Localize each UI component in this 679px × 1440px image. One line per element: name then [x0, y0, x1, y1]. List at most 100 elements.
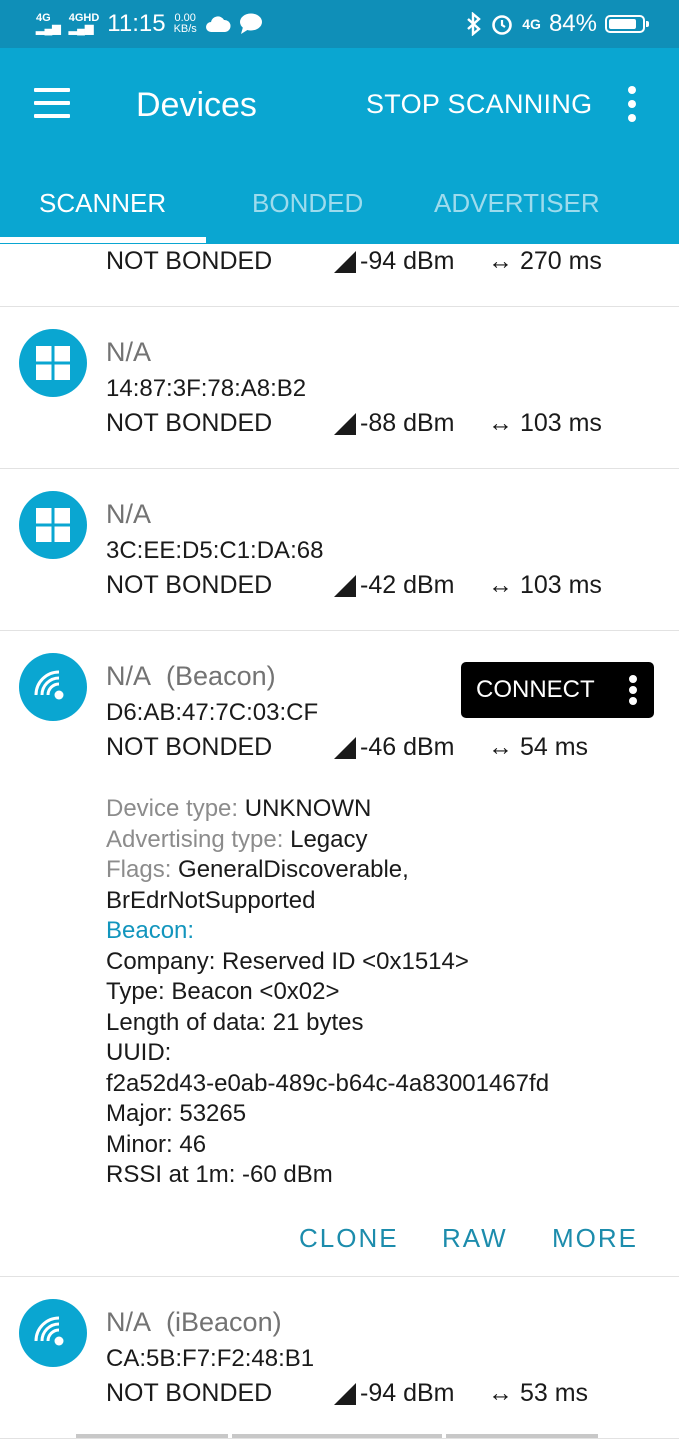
overflow-menu-icon[interactable] [624, 86, 640, 122]
battery-percent: 84% [548, 10, 597, 37]
flags-value-2: BrEdrNotSupported [106, 886, 316, 914]
signal-bars-icon: ▂▄▆ [68, 23, 94, 35]
device-item-expanded[interactable]: N/A (Beacon) D6:AB:47:7C:03:CF NOT BONDE… [0, 631, 679, 1277]
signal-strength-icon [334, 736, 356, 759]
device-address: 3C:EE:D5:C1:DA:68 [106, 537, 324, 564]
device-item[interactable]: N/A 3C:EE:D5:C1:DA:68 NOT BONDED -42 dBm… [0, 469, 679, 631]
device-type-row: Device type: UNKNOWN [106, 794, 549, 825]
tab-bonded[interactable]: BONDED [252, 188, 363, 219]
uuid-value: f2a52d43-e0ab-489c-b64c-4a83001467fd [106, 1069, 550, 1097]
device-item[interactable]: NOT BONDED -94 dBm ↔ 270 ms [0, 244, 679, 307]
windows-icon [19, 491, 87, 559]
company-row: Company: Reserved ID <0x1514> [106, 947, 469, 975]
device-name-suffix: (Beacon) [166, 661, 276, 691]
bond-state: NOT BONDED [106, 247, 273, 275]
device-item[interactable]: N/A (iBeacon) CA:5B:F7:F2:48:B1 NOT BOND… [0, 1277, 679, 1439]
device-name: N/A [106, 337, 152, 367]
battery-icon [605, 15, 649, 33]
device-name-value: N/A [106, 661, 152, 691]
chat-bubble-icon [239, 13, 262, 34]
rssi-value: -88 dBm [360, 409, 455, 437]
device-name: N/A (iBeacon) [106, 1307, 282, 1338]
adv-type-row: Advertising type: Legacy [106, 825, 549, 856]
cell-signal-2: 4GHD ▂▄▆ [69, 13, 100, 35]
bond-state: NOT BONDED [106, 1379, 273, 1407]
device-list[interactable]: NOT BONDED -94 dBm ↔ 270 ms N/A 14:87:3F… [0, 244, 679, 1440]
bluetooth-icon [467, 12, 482, 36]
device-address: 14:87:3F:78:A8:B2 [106, 375, 307, 402]
device-address: D6:AB:47:7C:03:CF [106, 699, 319, 726]
signal-bars-icon: ▂▄▆ [36, 23, 61, 35]
rssi-1m-row: RSSI at 1m: -60 dBm [106, 1161, 333, 1188]
device-item[interactable]: N/A 14:87:3F:78:A8:B2 NOT BONDED -88 dBm… [0, 307, 679, 469]
interval-icon: ↔ [488, 1379, 513, 1407]
rssi: -42 dBm [334, 571, 454, 600]
interval-value: 103 ms [519, 409, 602, 437]
interval-icon: ↔ [488, 571, 513, 599]
tab-advertiser[interactable]: ADVERTISER [434, 188, 600, 219]
page-title: Devices [136, 86, 257, 124]
rssi: -94 dBm [334, 1379, 454, 1408]
rssi-value: -94 dBm [360, 247, 455, 275]
rssi-value: -94 dBm [360, 1379, 455, 1407]
device-type-value: UNKNOWN [244, 795, 372, 822]
interval: ↔ 270 ms [488, 247, 602, 276]
clone-button[interactable]: CLONE [299, 1223, 399, 1254]
rssi: -94 dBm [334, 247, 454, 276]
rssi-value: -46 dBm [360, 733, 455, 761]
interval: ↔ 103 ms [488, 571, 602, 600]
cloud-icon [205, 16, 231, 32]
uuid-label: UUID: [106, 1039, 172, 1066]
tab-indicator [0, 237, 206, 243]
flags-row: Flags: GeneralDiscoverable, [106, 855, 549, 886]
interval: ↔ 103 ms [488, 409, 602, 438]
device-name: N/A (Beacon) [106, 661, 276, 692]
major-row: Major: 53265 [106, 1100, 247, 1127]
signal-strength-icon [334, 1382, 356, 1405]
stop-scanning-button[interactable]: STOP SCANNING [366, 89, 592, 120]
rssi: -88 dBm [334, 409, 454, 438]
signal-strength-icon [334, 574, 356, 597]
device-name: N/A [106, 499, 152, 529]
net-speed: 0.00 KB/s [174, 13, 197, 35]
net-speed-unit: KB/s [173, 23, 197, 35]
flags-value-1: GeneralDiscoverable, [178, 856, 409, 883]
length-row: Length of data: 21 bytes [106, 1008, 364, 1036]
signal-strength-icon [334, 250, 356, 273]
type-row: Type: Beacon <0x02> [106, 978, 340, 1005]
device-details: Device type: UNKNOWN Advertising type: L… [106, 794, 549, 1191]
clock: 11:15 [107, 10, 166, 37]
interval-value: 270 ms [519, 247, 602, 275]
interval: ↔ 54 ms [488, 733, 588, 762]
nav-indicator [232, 1434, 442, 1438]
connect-button[interactable]: CONNECT [461, 662, 654, 718]
bond-state: NOT BONDED [106, 409, 273, 437]
adv-type-label: Advertising type: [106, 825, 284, 853]
raw-button[interactable]: RAW [442, 1223, 508, 1254]
tab-scanner[interactable]: SCANNER [39, 188, 166, 219]
connect-menu-icon[interactable] [629, 675, 637, 705]
status-bar: 4G ▂▄▆ 4GHD ▂▄▆ 11:15 0.00 KB/s 4G 84% [0, 0, 679, 48]
rssi: -46 dBm [334, 733, 454, 762]
app-bar: Devices STOP SCANNING SCANNER BONDED ADV… [0, 48, 679, 244]
more-button[interactable]: MORE [552, 1223, 638, 1254]
connect-label: CONNECT [476, 676, 595, 703]
device-name-value: N/A [106, 1307, 152, 1337]
adv-type-value: Legacy [290, 825, 368, 853]
beacon-icon [19, 653, 87, 721]
signal-strength-icon [334, 412, 356, 435]
interval-value: 54 ms [519, 733, 589, 761]
network-type-3: 4G [522, 15, 541, 32]
bond-state: NOT BONDED [106, 733, 273, 761]
interval-icon: ↔ [488, 733, 513, 761]
device-name-suffix: (iBeacon) [166, 1307, 282, 1337]
interval-value: 53 ms [519, 1379, 589, 1407]
device-type-label: Device type: [106, 795, 239, 822]
interval-value: 103 ms [519, 571, 602, 599]
menu-icon[interactable] [34, 88, 72, 118]
bond-state: NOT BONDED [106, 571, 273, 599]
beacon-header: Beacon: [106, 917, 195, 944]
interval-icon: ↔ [488, 247, 513, 275]
alarm-icon [492, 15, 513, 35]
windows-icon [19, 329, 87, 397]
